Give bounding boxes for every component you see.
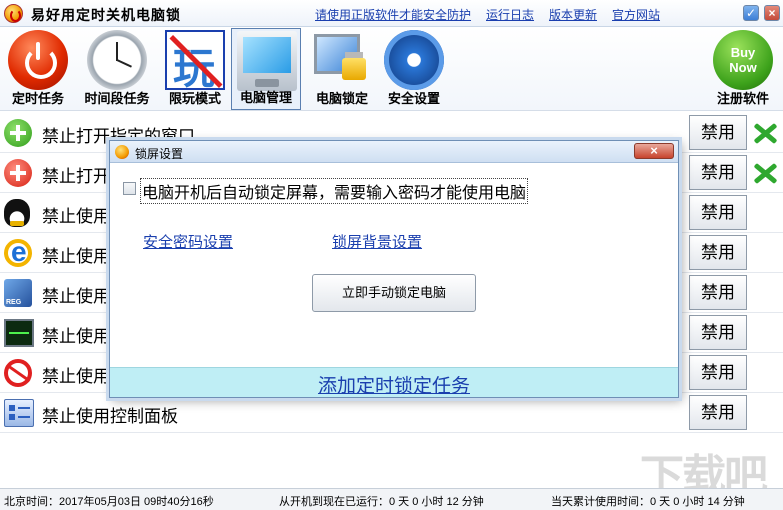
list-item-label: 禁止使用 <box>42 367 110 386</box>
no-proxy-icon <box>4 359 32 387</box>
tool-label: 注册软件 <box>716 91 769 106</box>
qq-icon <box>4 199 30 227</box>
list-item-label: 禁止使用 <box>42 327 110 346</box>
list-item-label: 禁止使用控制面板 <box>42 407 178 426</box>
remove-icon[interactable] <box>749 118 781 148</box>
dialog-footer: 添加定时锁定任务 <box>110 367 678 397</box>
title-bar: 易好用定时关机电脑锁 请使用正版软件才能安全防护 运行日志 版本更新 官方网站 … <box>0 0 783 27</box>
dialog-close-button[interactable]: × <box>634 143 674 159</box>
disable-button[interactable]: 禁用 <box>689 115 747 150</box>
disable-button[interactable]: 禁用 <box>689 195 747 230</box>
lock-now-button[interactable]: 立即手动锁定电脑 <box>312 274 476 312</box>
tool-limited-play[interactable]: 限玩模式 <box>162 28 228 110</box>
app-title: 易好用定时关机电脑锁 <box>31 7 181 23</box>
tool-security-settings[interactable]: 安全设置 <box>380 28 448 110</box>
remove-icon[interactable] <box>749 158 781 188</box>
no-game-icon <box>165 30 225 96</box>
disable-button[interactable]: 禁用 <box>689 275 747 310</box>
list-item: 禁止使用控制面板 禁用 <box>0 393 783 433</box>
buy-now-icon: Buy Now <box>713 30 773 90</box>
list-item-label: 禁止使用 <box>42 207 110 226</box>
close-button[interactable]: × <box>764 5 780 21</box>
tool-computer-management[interactable]: 电脑管理 <box>231 28 301 110</box>
task-manager-icon <box>4 319 34 347</box>
disable-button[interactable]: 禁用 <box>689 235 747 270</box>
tool-label: 限玩模式 <box>168 91 221 106</box>
tool-label: 定时任务 <box>11 91 64 106</box>
today-usage: 当天累计使用时间：0 天 0 小时 14 分钟 <box>551 496 745 508</box>
registry-icon <box>4 279 32 307</box>
disable-button[interactable]: 禁用 <box>689 155 747 190</box>
tool-register-software[interactable]: Buy Now 注册软件 <box>708 28 778 110</box>
ie-icon <box>4 236 32 268</box>
disable-button[interactable]: 禁用 <box>689 395 747 430</box>
version-update-link[interactable]: 版本更新 <box>549 6 597 23</box>
tool-label: 电脑锁定 <box>315 91 368 106</box>
tool-label: 安全设置 <box>387 91 440 106</box>
security-password-link[interactable]: 安全密码设置 <box>143 231 233 252</box>
dialog-title: 锁屏设置 <box>135 147 184 161</box>
list-item-label: 禁止使用 <box>42 287 110 306</box>
dialog-logo-icon <box>115 145 129 159</box>
beijing-time: 北京时间：2017年05月03日 09时40分16秒 <box>4 496 214 508</box>
app-logo-icon <box>4 4 23 23</box>
toolbar: 定时任务 时间段任务 限玩模式 电脑管理 电脑锁定 安全设置 Buy Now 注… <box>0 27 783 111</box>
red-add-icon <box>4 159 32 187</box>
genuine-software-link[interactable]: 请使用正版软件才能安全防护 <box>315 6 471 23</box>
lock-background-link[interactable]: 锁屏背景设置 <box>332 231 422 252</box>
lock-screen-settings-dialog: 锁屏设置 × 电脑开机后自动锁定屏幕，需要输入密码才能使用电脑 安全密码设置 锁… <box>109 140 679 398</box>
uptime-since-boot: 从开机到现在已运行：0 天 0 小时 12 分钟 <box>279 496 484 508</box>
buy-now-line2: Now <box>729 60 757 75</box>
add-icon <box>4 119 32 147</box>
tool-label: 时间段任务 <box>84 91 150 106</box>
power-icon <box>8 30 68 90</box>
tool-label: 电脑管理 <box>239 90 292 105</box>
tool-scheduled-task[interactable]: 定时任务 <box>4 28 72 110</box>
buy-now-line1: Buy <box>730 45 756 60</box>
clock-icon <box>87 30 147 90</box>
disable-button[interactable]: 禁用 <box>689 315 747 350</box>
list-item-label: 禁止使用 <box>42 247 110 266</box>
auto-lock-checkbox[interactable] <box>123 182 136 195</box>
status-bar: 北京时间：2017年05月03日 09时40分16秒 从开机到现在已运行：0 天… <box>0 488 783 510</box>
list-item-label: 禁止打开 <box>42 167 110 186</box>
lock-icon <box>312 30 372 90</box>
disable-button[interactable]: 禁用 <box>689 355 747 390</box>
tool-time-period-task[interactable]: 时间段任务 <box>76 28 158 110</box>
auto-lock-checkbox-label[interactable]: 电脑开机后自动锁定屏幕，需要输入密码才能使用电脑 <box>140 178 529 204</box>
control-panel-icon <box>4 399 34 427</box>
gear-icon <box>384 30 444 90</box>
monitor-icon <box>237 31 297 91</box>
dialog-title-bar: 锁屏设置 × <box>110 141 678 163</box>
minimize-button[interactable]: ✓ <box>743 5 759 21</box>
tool-computer-lock[interactable]: 电脑锁定 <box>308 28 376 110</box>
add-scheduled-lock-link[interactable]: 添加定时锁定任务 <box>318 371 470 398</box>
official-site-link[interactable]: 官方网站 <box>612 6 660 23</box>
run-log-link[interactable]: 运行日志 <box>486 6 534 23</box>
